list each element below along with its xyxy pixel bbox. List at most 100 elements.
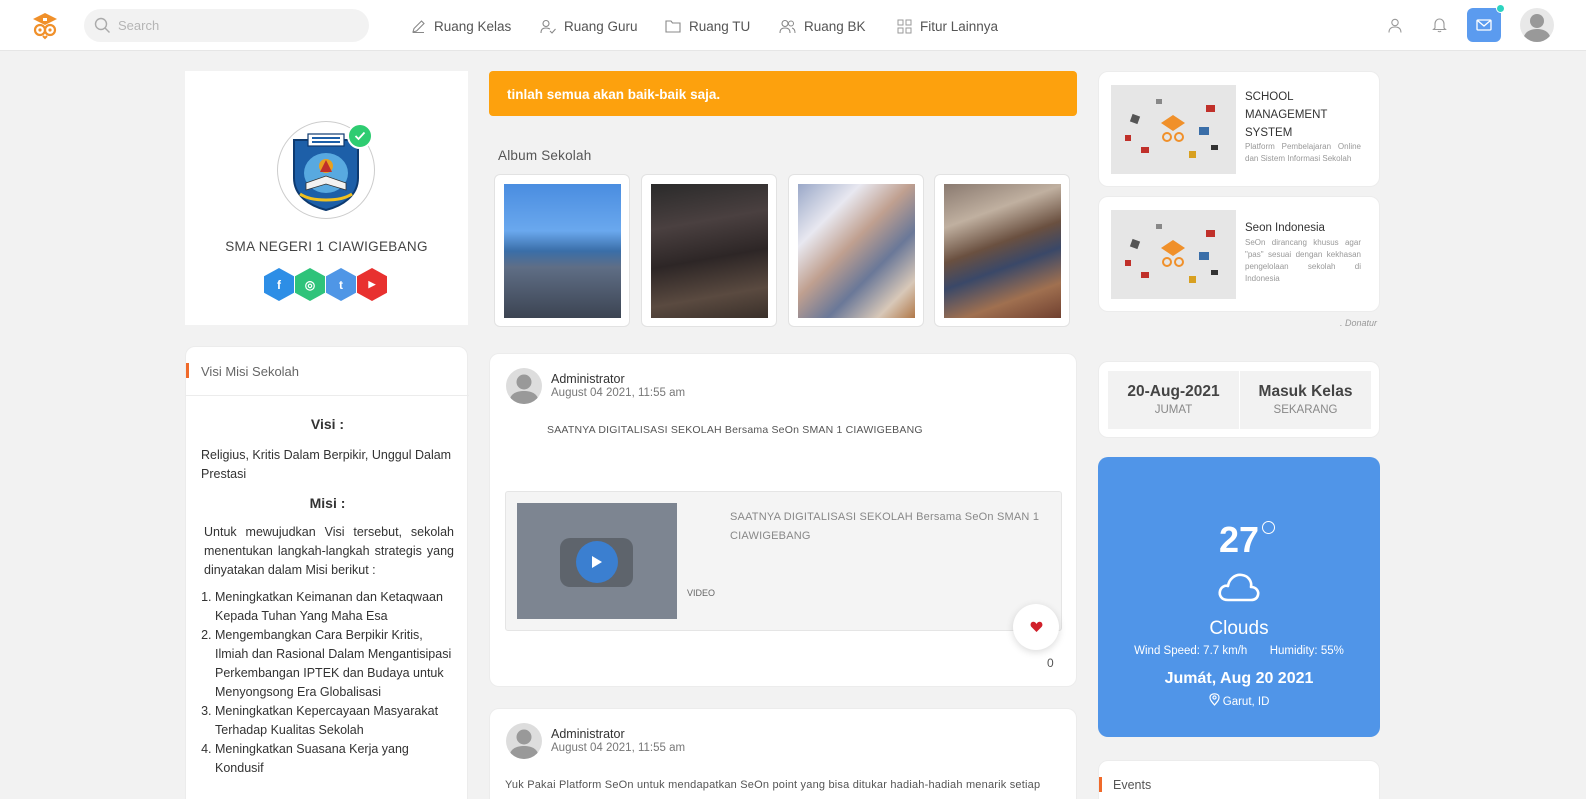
cloud-icon [1217, 571, 1261, 608]
misi-item: Mengembangkan Cara Berpikir Kritis, Ilmi… [215, 626, 454, 702]
sponsor-title: SCHOOL MANAGEMENT SYSTEM [1245, 91, 1328, 139]
announcement-text: tinlah semua akan baik-baik saja. [507, 87, 721, 102]
nav-ruang-tu[interactable]: Ruang TU [665, 17, 750, 35]
nav-label: Ruang Kelas [434, 18, 512, 34]
post-author[interactable]: Administrator [551, 372, 625, 386]
pencil-icon [412, 19, 425, 33]
bell-icon[interactable] [1428, 14, 1450, 36]
donatur-link[interactable]: . Donatur [1320, 318, 1377, 328]
announcement-banner: tinlah semua akan baik-baik saja. [489, 71, 1077, 116]
weather-widget: 27 Clouds Wind Speed: 7.7 km/h Humidity:… [1098, 457, 1380, 737]
users-icon [779, 19, 796, 33]
photo-classroom [944, 184, 1061, 318]
play-icon[interactable] [576, 541, 618, 583]
profile-icon[interactable] [1384, 14, 1406, 36]
album-photo[interactable] [934, 174, 1070, 327]
video-thumbnail[interactable] [517, 503, 677, 619]
visi-misi-body: Visi : Religius, Kritis Dalam Berpikir, … [201, 415, 454, 778]
section-accent-bar [1099, 777, 1102, 792]
weather-description: Clouds [1209, 618, 1269, 639]
enter-class-button[interactable]: Masuk Kelas SEKARANG [1240, 371, 1371, 429]
visi-misi-card: Visi Misi Sekolah Visi : Religius, Kriti… [185, 346, 469, 799]
nav-fitur-lainnya[interactable]: Fitur Lainnya [897, 17, 998, 35]
like-button[interactable] [1013, 604, 1059, 650]
page-scrollbar[interactable] [1568, 51, 1586, 799]
top-navbar: Ruang Kelas Ruang Guru Ruang TU Ruang BK… [0, 0, 1586, 51]
post-card: Administrator August 04 2021, 11:55 am S… [489, 353, 1077, 687]
photo-students-group [798, 184, 915, 318]
sponsor-title: Seon Indonesia [1245, 222, 1325, 234]
nav-ruang-bk[interactable]: Ruang BK [779, 17, 866, 35]
album-photo[interactable] [788, 174, 924, 327]
section-accent-bar [186, 363, 189, 378]
events-card: Events [1098, 760, 1380, 799]
sponsor-desc: Platform Pembelajaran Online dan Sistem … [1245, 142, 1361, 163]
twitter-glyph: t [339, 277, 343, 292]
youtube-icon[interactable]: ▶ [357, 268, 387, 301]
date-value: 20-Aug-2021 [1127, 383, 1220, 400]
photo-school-gate [504, 184, 621, 318]
album-title: Album Sekolah [498, 148, 592, 163]
twitter-icon[interactable]: t [326, 268, 356, 301]
video-title[interactable]: SAATNYA DIGITALISASI SEKOLAH Bersama SeO… [730, 508, 1050, 546]
author-avatar[interactable] [506, 368, 542, 404]
nav-ruang-kelas[interactable]: Ruang Kelas [411, 17, 511, 35]
nav-label: Fitur Lainnya [920, 18, 999, 34]
facebook-icon[interactable]: f [264, 268, 294, 301]
events-title: Events [1113, 778, 1152, 792]
like-count: 0 [1047, 656, 1054, 670]
weather-date: Jumát, Aug 20 2021 [1164, 670, 1314, 687]
sponsor-card[interactable]: SCHOOL MANAGEMENT SYSTEM Platform Pembel… [1098, 71, 1380, 187]
verified-check-icon [347, 123, 373, 149]
post-text: Yuk Pakai Platform SeOn untuk mendapatka… [505, 779, 1041, 791]
misi-item: Meningkatkan Suasana Kerja yang Kondusif [215, 740, 454, 778]
misi-heading: Misi : [309, 495, 346, 511]
nav-label: Ruang BK [804, 18, 866, 34]
photo-students-hall [651, 184, 768, 318]
notification-dot [1496, 4, 1505, 13]
post-date: August 04 2021, 11:55 am [551, 387, 686, 399]
instagram-glyph: ◎ [304, 277, 316, 292]
sponsor-image [1111, 85, 1236, 174]
instagram-icon[interactable]: ◎ [295, 268, 325, 301]
grid-icon [897, 19, 912, 33]
location-text: Garut, ID [1222, 696, 1270, 708]
social-links: f ◎ t ▶ [264, 268, 387, 301]
degree-icon [1262, 521, 1275, 534]
post-date: August 04 2021, 11:55 am [551, 742, 686, 754]
today-date: 20-Aug-2021 JUMAT [1108, 371, 1239, 429]
app-logo-icon[interactable] [30, 10, 60, 40]
wind-speed: Wind Speed: 7.7 km/h [1134, 645, 1248, 657]
humidity: Humidity: 55% [1269, 645, 1344, 657]
sponsor-image [1111, 210, 1236, 299]
misi-item: Meningkatkan Keimanan dan Ketaqwaan Kepa… [215, 588, 454, 626]
album-photo[interactable] [641, 174, 777, 327]
sponsor-card[interactable]: Seon Indonesia SeOn dirancang khusus aga… [1098, 196, 1380, 312]
misi-item: Meningkatkan Kepercayaan Masyarakat Terh… [215, 702, 454, 740]
visi-heading: Visi : [310, 416, 345, 432]
misi-list: Meningkatkan Keimanan dan Ketaqwaan Kepa… [201, 588, 454, 778]
weather-location: Garut, ID [1098, 693, 1380, 708]
search-box [84, 9, 369, 42]
messages-button[interactable] [1467, 4, 1505, 42]
video-attachment: VIDEO SAATNYA DIGITALISASI SEKOLAH Bersa… [505, 491, 1062, 631]
enter-class-label: Masuk Kelas [1258, 383, 1353, 400]
user-avatar[interactable] [1520, 8, 1554, 42]
album-photo[interactable] [494, 174, 630, 327]
post-author[interactable]: Administrator [551, 727, 625, 741]
enter-class-sub: SEKARANG [1273, 404, 1338, 416]
temperature: 27 [1218, 519, 1260, 560]
author-avatar[interactable] [506, 723, 542, 759]
location-pin-icon [1208, 693, 1220, 706]
search-input[interactable] [118, 9, 358, 42]
date-card: 20-Aug-2021 JUMAT Masuk Kelas SEKARANG [1098, 361, 1380, 438]
day-value: JUMAT [1154, 404, 1193, 416]
school-profile-card: SMA NEGERI 1 CIAWIGEBANG f ◎ t ▶ [185, 71, 468, 325]
school-name: SMA NEGERI 1 CIAWIGEBANG [225, 239, 428, 254]
visi-misi-header: Visi Misi Sekolah [186, 347, 469, 396]
nav-ruang-guru[interactable]: Ruang Guru [540, 17, 638, 35]
visi-text: Religius, Kritis Dalam Berpikir, Unggul … [201, 448, 452, 481]
user-check-icon [540, 19, 556, 34]
mail-icon [1476, 19, 1492, 31]
sponsor-desc: SeOn dirancang khusus agar "pas" sesuai … [1245, 238, 1361, 283]
